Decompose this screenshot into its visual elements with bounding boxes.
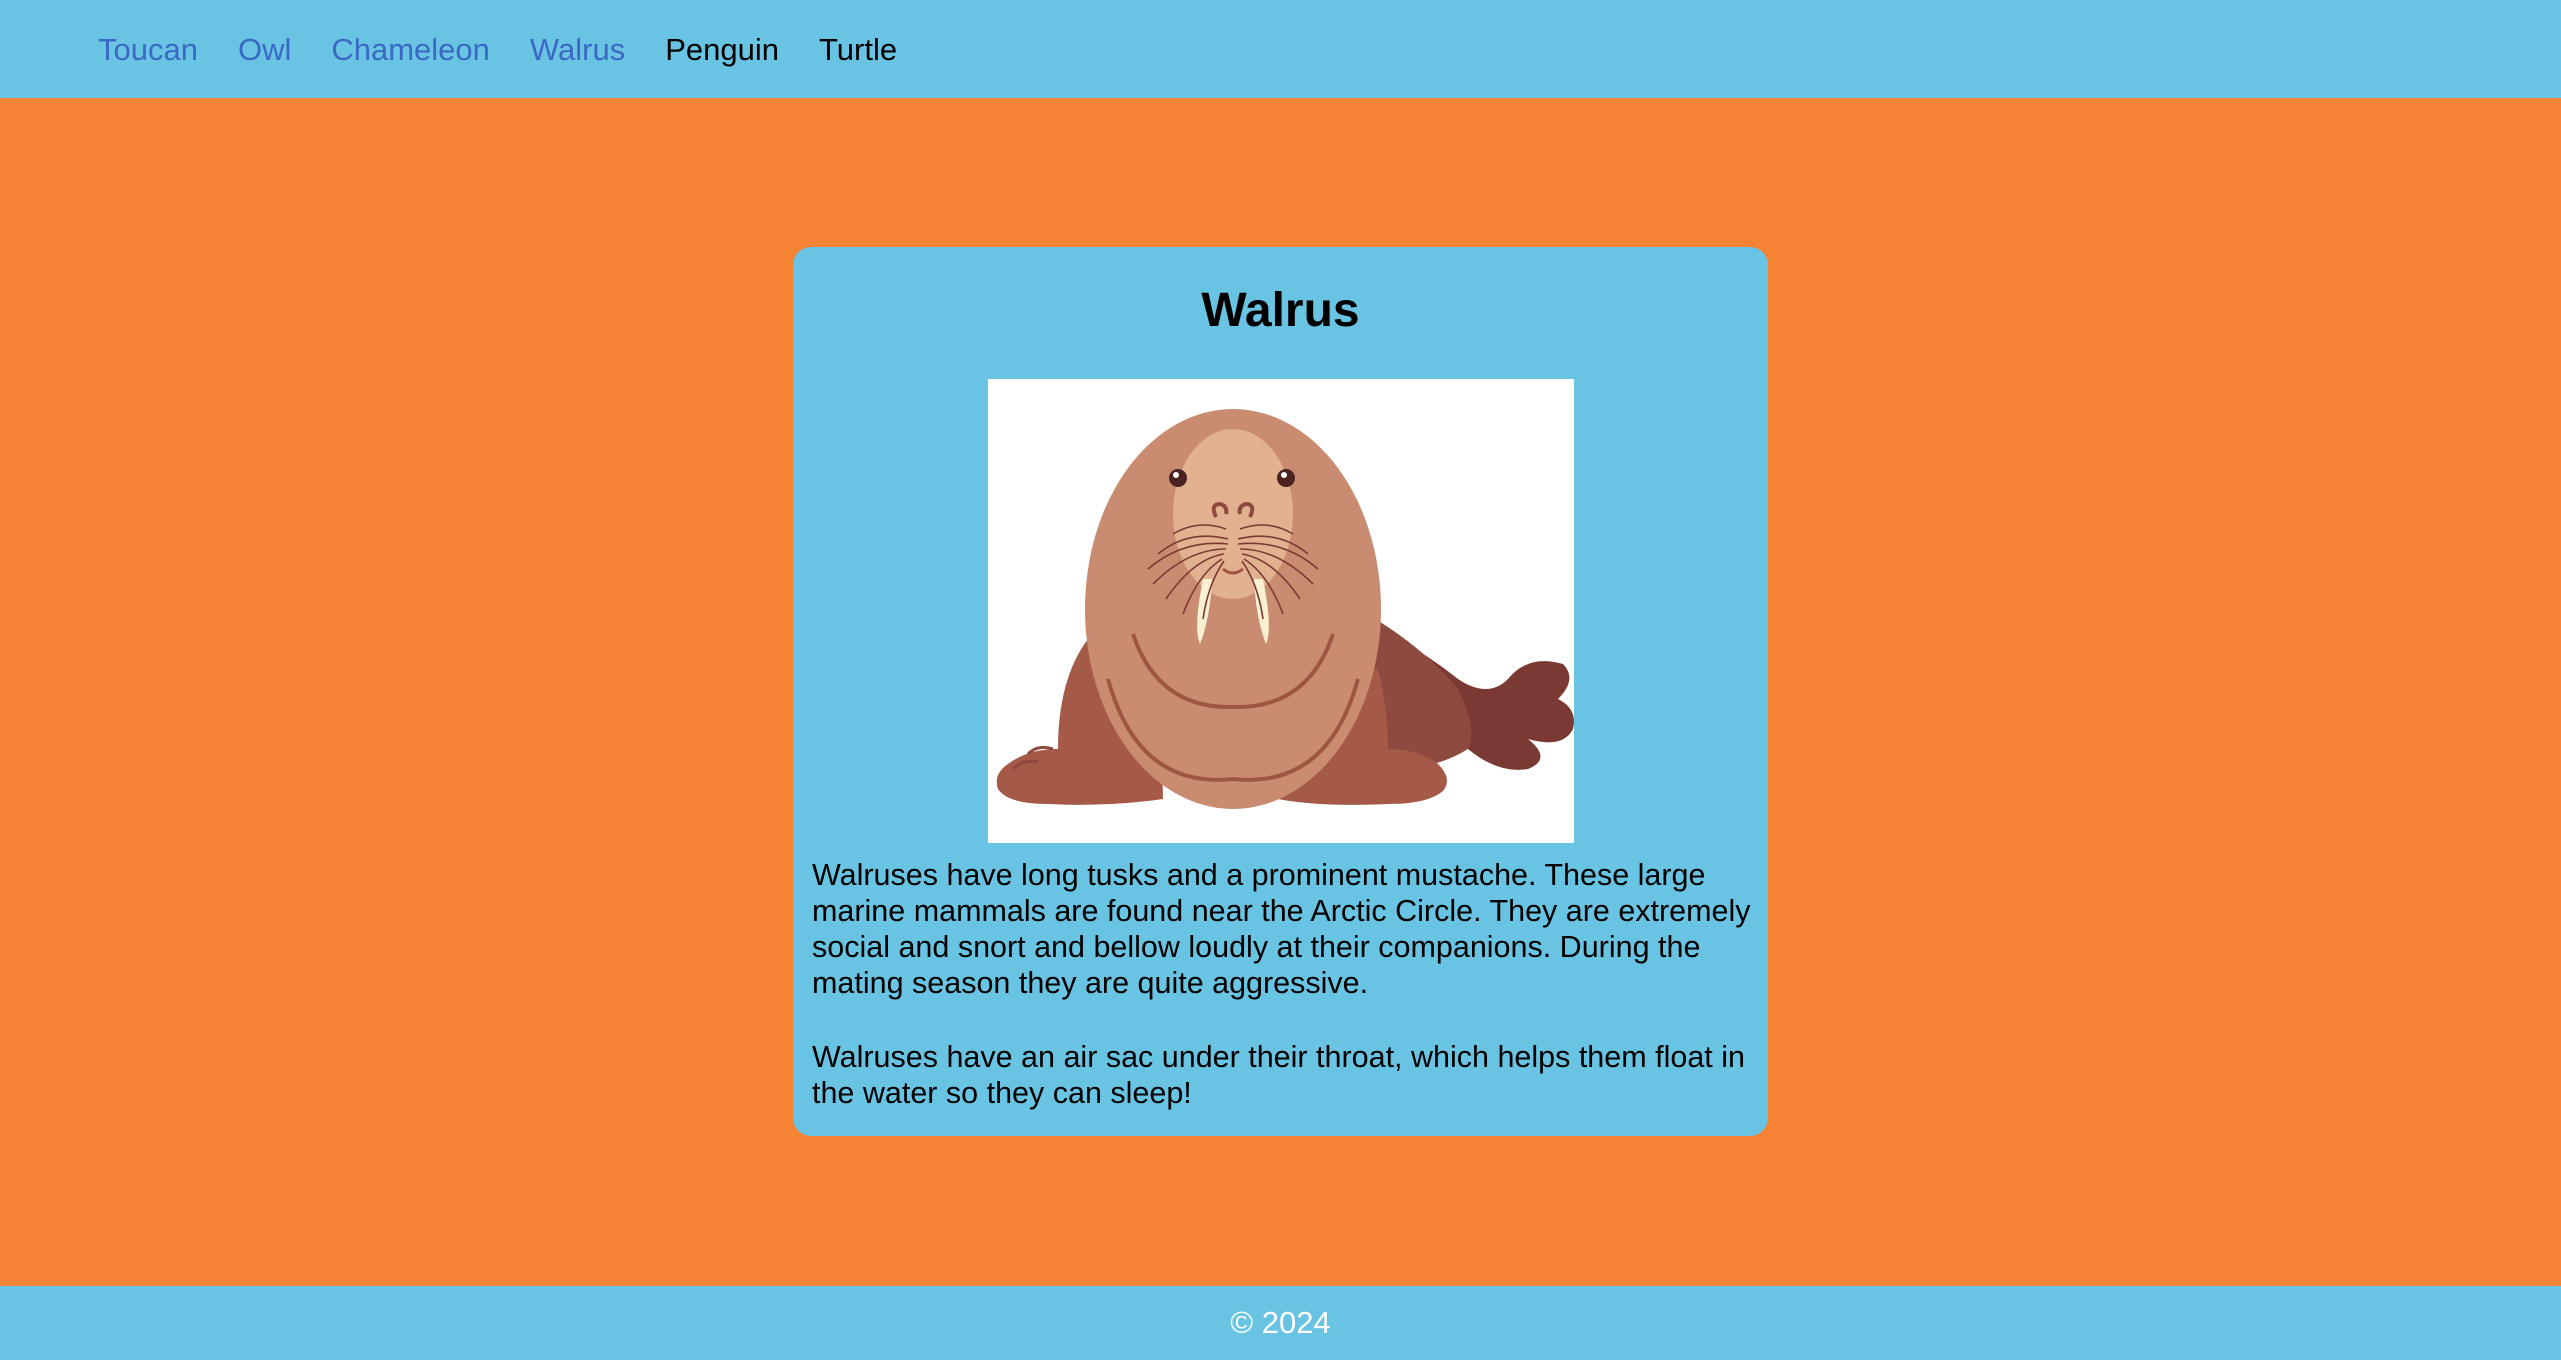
walrus-illustration-icon [996, 409, 1574, 809]
nav-link-toucan[interactable]: Toucan [98, 34, 198, 65]
animal-card: Walrus Walruses have long tusks and a pr… [793, 247, 1768, 1136]
description-paragraph: Walruses have an air sac under their thr… [812, 1040, 1745, 1110]
page-footer: © 2024 [0, 1286, 2561, 1360]
nav-link-penguin[interactable]: Penguin [665, 34, 779, 65]
card-description: Walruses have long tusks and a prominent… [812, 857, 1757, 1149]
nav-link-walrus[interactable]: Walrus [530, 34, 625, 65]
nav-link-owl[interactable]: Owl [238, 34, 291, 65]
page: Toucan Owl Chameleon Walrus Penguin Turt… [0, 0, 2561, 1360]
top-navigation: Toucan Owl Chameleon Walrus Penguin Turt… [0, 0, 2561, 98]
description-paragraph: Walruses have long tusks and a prominent… [812, 858, 1751, 1000]
card-title: Walrus [1201, 284, 1360, 337]
nav-link-chameleon[interactable]: Chameleon [331, 34, 490, 65]
nav-link-turtle[interactable]: Turtle [819, 34, 897, 65]
walrus-image [988, 379, 1574, 843]
copyright-text: © 2024 [1230, 1305, 1331, 1340]
